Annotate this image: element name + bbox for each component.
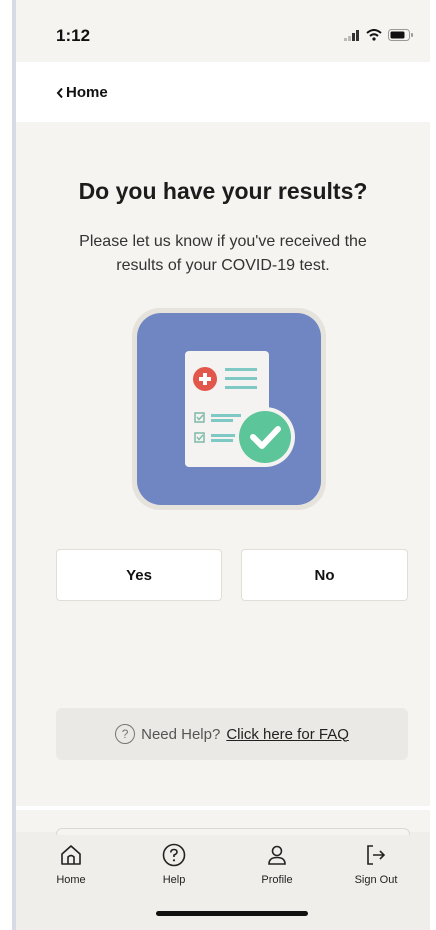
page-subtitle: Please let us know if you've received th… [79, 233, 367, 274]
yes-button[interactable]: Yes [56, 549, 222, 601]
sheet-edge [56, 828, 410, 835]
home-indicator [156, 911, 308, 916]
tab-sign-out-label: Sign Out [354, 874, 398, 886]
home-icon [61, 845, 81, 865]
no-button[interactable]: No [241, 549, 408, 601]
back-button[interactable]: Home [56, 84, 108, 101]
status-time: 1:12 [56, 26, 91, 45]
tab-profile[interactable]: Profile [237, 842, 317, 886]
tab-home-label: Home [56, 874, 86, 886]
faq-link[interactable]: Click here for FAQ [226, 726, 349, 743]
no-label: No [314, 566, 335, 584]
test-results-document-icon [185, 351, 295, 467]
status-icons [344, 29, 414, 41]
status-bar: 1:12 [16, 0, 430, 62]
chevron-left-icon [56, 87, 63, 98]
test-results-illustration [132, 308, 326, 510]
tab-help[interactable]: Help [134, 842, 214, 886]
nav-bar: Home [16, 62, 430, 122]
tab-home[interactable]: Home [31, 842, 111, 886]
sign-out-icon [367, 845, 386, 865]
help-icon [162, 843, 186, 867]
page-title: Do you have your results? [78, 178, 368, 204]
help-banner: ? Need Help? Click here for FAQ [56, 708, 408, 760]
wifi-icon [366, 29, 382, 41]
yes-label: Yes [126, 566, 152, 584]
signal-icon [344, 29, 359, 41]
profile-icon [268, 845, 286, 865]
app-screen: 1:12 Home Do you have your results? Plea… [12, 0, 430, 930]
tab-profile-label: Profile [261, 874, 293, 886]
tab-sign-out[interactable]: Sign Out [336, 842, 416, 886]
back-label: Home [66, 84, 108, 101]
question-circle-icon: ? [115, 724, 136, 744]
battery-icon [388, 29, 413, 41]
content-divider [16, 806, 430, 810]
help-prefix: Need Help? [141, 725, 221, 743]
tab-help-label: Help [162, 874, 186, 886]
